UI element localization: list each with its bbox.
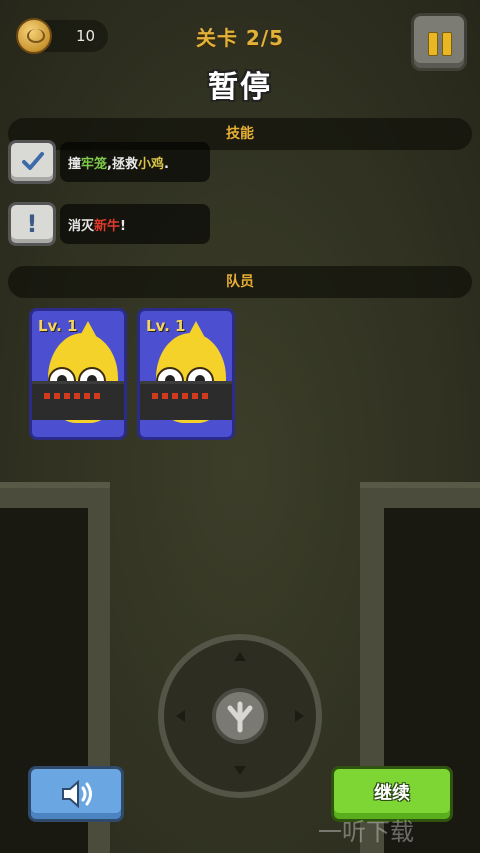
objective-2-text-box: 消灭新牛!	[60, 204, 210, 244]
objective-1-part: .	[164, 157, 169, 172]
gun-icon	[140, 381, 232, 420]
pause-bar-left-icon	[428, 32, 438, 56]
team-header-label: 队员	[226, 274, 254, 290]
virtual-joystick[interactable]	[158, 634, 322, 798]
gun-icon	[32, 381, 124, 420]
objective-1-part: 撞	[68, 157, 82, 172]
chicken-foot-icon	[227, 701, 253, 733]
objective-2-status-box: !	[8, 202, 56, 246]
objective-row-2: ! 消灭新牛!	[8, 202, 210, 246]
objective-2-part: 消灭	[68, 219, 95, 234]
arrow-left-icon	[176, 710, 185, 722]
speaker-icon	[62, 779, 92, 809]
objective-1-part: ,拯救	[107, 157, 138, 172]
joystick-knob[interactable]	[212, 688, 268, 744]
level-indicator: 关卡 2/5	[195, 26, 285, 50]
objective-2-part: 新牛	[94, 219, 121, 234]
watermark-text: 一听下载	[318, 818, 414, 846]
objective-1-status-box	[8, 140, 56, 184]
objective-1-part: 小鸡	[137, 157, 164, 172]
arrow-up-icon	[234, 652, 246, 661]
team-member-card-1[interactable]: Lv. 1	[29, 308, 127, 440]
team-header: 队员	[8, 266, 472, 298]
arrow-down-icon	[234, 766, 246, 775]
objective-1-text-box: 撞牢笼,拯救小鸡.	[60, 142, 210, 182]
objective-1-text: 撞牢笼,拯救小鸡.	[68, 153, 169, 172]
watermark: 一听下载	[318, 812, 480, 853]
pause-bar-right-icon	[442, 32, 452, 56]
team-member-level: Lv. 1	[146, 317, 186, 335]
ammo-belt-icon	[152, 393, 212, 399]
arrow-right-icon	[295, 710, 304, 722]
objective-2-text: 消灭新牛!	[68, 215, 126, 234]
sound-toggle-button[interactable]	[28, 766, 124, 822]
check-icon	[22, 152, 44, 170]
objective-1-part: 牢笼	[81, 157, 108, 172]
exclamation-icon: !	[26, 210, 38, 238]
objective-row-1: 撞牢笼,拯救小鸡.	[8, 140, 210, 184]
pause-title: 暂停	[208, 70, 272, 105]
ammo-belt-icon	[44, 393, 104, 399]
team-member-card-2[interactable]: Lv. 1	[137, 308, 235, 440]
objective-2-part: !	[120, 219, 126, 234]
team-member-level: Lv. 1	[38, 317, 78, 335]
